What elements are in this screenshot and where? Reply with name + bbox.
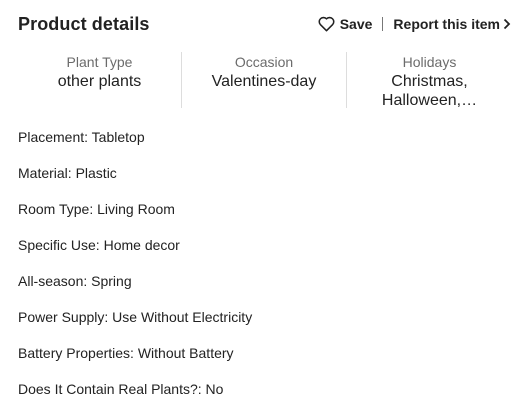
specifications-list: Placement: Tabletop Material: Plastic Ro… xyxy=(18,128,252,416)
attribute-holidays: Holidays Christmas, Halloween,… xyxy=(347,52,512,109)
report-label: Report this item xyxy=(393,16,500,32)
attribute-label: Holidays xyxy=(402,54,457,70)
header-actions: Save Report this item xyxy=(318,16,511,32)
save-label: Save xyxy=(339,16,373,32)
spec-material: Material: Plastic xyxy=(18,165,117,181)
save-button[interactable]: Save xyxy=(318,16,373,32)
spec-specific-use: Specific Use: Home decor xyxy=(18,237,180,253)
spec-battery-properties: Battery Properties: Without Battery xyxy=(18,345,234,361)
heart-icon xyxy=(318,16,335,32)
page-title: Product details xyxy=(18,13,150,34)
spec-placement: Placement: Tabletop xyxy=(18,129,145,145)
attribute-value: Valentines-day xyxy=(211,73,317,90)
product-details-header: Product details Save Report this item xyxy=(18,12,511,36)
attribute-label: Plant Type xyxy=(66,54,133,70)
chevron-right-icon xyxy=(503,18,511,30)
attribute-value: other plants xyxy=(57,73,142,90)
attribute-occasion: Occasion Valentines-day xyxy=(182,52,346,108)
key-attributes: Plant Type other plants Occasion Valenti… xyxy=(18,52,513,109)
attribute-value: Christmas, Halloween,… xyxy=(381,73,478,109)
spec-power-supply: Power Supply: Use Without Electricity xyxy=(18,309,253,325)
actions-divider xyxy=(382,17,384,31)
report-item-link[interactable]: Report this item xyxy=(393,16,511,32)
spec-real-plants: Does It Contain Real Plants?: No xyxy=(18,381,224,397)
spec-room-type: Room Type: Living Room xyxy=(18,201,175,217)
spec-all-season: All-season: Spring xyxy=(18,273,132,289)
attribute-plant-type: Plant Type other plants xyxy=(18,52,181,108)
attribute-label: Occasion xyxy=(234,54,294,70)
